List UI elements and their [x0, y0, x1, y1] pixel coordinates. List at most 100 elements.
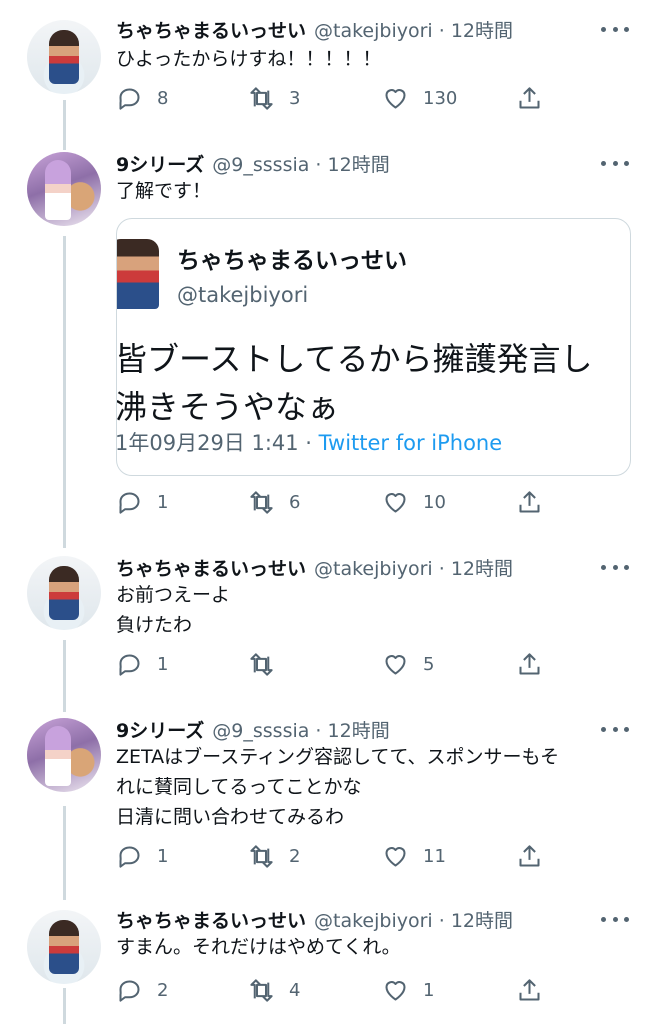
handle[interactable]: @takejbiyori · 12時間: [314, 558, 513, 580]
quoted-tweet[interactable]: ちゃちゃまるいっせい @takejbiyori 皆ブーストしてるから擁護発言し …: [116, 218, 631, 476]
retweet-count: 2: [289, 845, 301, 867]
reply-icon: [119, 87, 140, 110]
share-button[interactable]: [516, 974, 543, 1006]
reply-icon: [119, 979, 140, 1002]
heart-icon: [385, 980, 406, 1001]
thread-line: [63, 100, 66, 150]
like-button[interactable]: 11: [382, 840, 446, 872]
share-button[interactable]: [516, 82, 543, 114]
like-count: 1: [423, 979, 435, 1001]
tweet-actions: 1 6 10: [116, 486, 556, 518]
display-name[interactable]: 9シリーズ: [116, 154, 204, 176]
like-button[interactable]: 1: [382, 974, 434, 1006]
quoted-source: Twitter for iPhone: [318, 431, 503, 455]
retweet-count: 3: [289, 87, 301, 109]
avatar[interactable]: [27, 20, 101, 94]
tweet-text: ZETAはブースティング容認してて、スポンサーもそ れに賛同してるってことかな …: [116, 746, 560, 828]
retweet-count: 6: [289, 491, 301, 513]
handle[interactable]: @9_ssssia · 12時間: [212, 720, 389, 742]
display-name[interactable]: ちゃちゃまるいっせい: [116, 910, 306, 932]
tweet-header: ちゃちゃまるいっせい @takejbiyori · 12時間: [116, 554, 513, 581]
like-count: 10: [423, 491, 446, 513]
tweet-header: 9シリーズ @9_ssssia · 12時間: [116, 716, 390, 743]
retweet-button[interactable]: 2: [248, 840, 300, 872]
reply-icon: [119, 845, 140, 868]
retweet-icon: [250, 652, 273, 676]
heart-icon: [385, 846, 406, 867]
reply-icon: [119, 653, 140, 676]
tweet-header: 9シリーズ @9_ssssia · 12時間: [116, 150, 390, 177]
quoted-text: 皆ブーストしてるから擁護発言し 沸きそうやなぁ: [116, 340, 593, 426]
retweet-icon: [250, 86, 273, 110]
retweet-icon: [250, 978, 273, 1002]
tweet-actions: 1 2 11: [116, 840, 556, 872]
display-name[interactable]: ちゃちゃまるいっせい: [116, 558, 306, 580]
thread-line: [63, 806, 66, 900]
tweet-actions: 1 5: [116, 648, 556, 680]
thread-line: [63, 236, 66, 548]
quoted-display-name: ちゃちゃまるいっせい: [177, 248, 407, 274]
handle[interactable]: @takejbiyori · 12時間: [314, 20, 513, 42]
more-options-icon[interactable]: [601, 161, 629, 166]
share-icon: [519, 978, 540, 1001]
like-button[interactable]: 10: [382, 486, 446, 518]
share-icon: [519, 844, 540, 867]
share-button[interactable]: [516, 648, 543, 680]
reply-button[interactable]: 1: [116, 840, 168, 872]
reply-button[interactable]: 1: [116, 486, 168, 518]
tweet-header: ちゃちゃまるいっせい @takejbiyori · 12時間: [116, 16, 513, 43]
heart-icon: [385, 654, 406, 675]
reply-count: 1: [157, 845, 169, 867]
reply-count: 1: [157, 653, 169, 675]
avatar[interactable]: [27, 910, 101, 984]
display-name[interactable]: ちゃちゃまるいっせい: [116, 20, 306, 42]
share-button[interactable]: [516, 486, 543, 518]
like-count: 130: [423, 87, 458, 109]
handle[interactable]: @takejbiyori · 12時間: [314, 910, 513, 932]
more-options-icon[interactable]: [601, 27, 629, 32]
reply-count: 8: [157, 87, 169, 109]
reply-button[interactable]: 2: [116, 974, 168, 1006]
share-button[interactable]: [516, 840, 543, 872]
share-icon: [519, 490, 540, 513]
retweet-icon: [250, 844, 273, 868]
tweet-header: ちゃちゃまるいっせい @takejbiyori · 12時間: [116, 906, 513, 933]
quoted-handle: @takejbiyori: [177, 283, 309, 307]
quoted-avatar: [117, 239, 159, 309]
like-count: 5: [423, 653, 435, 675]
like-count: 11: [423, 845, 446, 867]
more-options-icon[interactable]: [601, 727, 629, 732]
reply-icon: [119, 491, 140, 514]
tweet-text: お前つえーよ 負けたわ: [116, 584, 231, 636]
heart-icon: [385, 492, 406, 513]
handle[interactable]: @9_ssssia · 12時間: [212, 154, 389, 176]
reply-button[interactable]: 1: [116, 648, 168, 680]
thread-line: [63, 640, 66, 712]
avatar[interactable]: [27, 152, 101, 226]
tweet-text: 了解です！: [116, 180, 212, 202]
reply-count: 1: [157, 491, 169, 513]
share-icon: [519, 652, 540, 675]
reply-button[interactable]: 8: [116, 82, 168, 114]
retweet-button[interactable]: 3: [248, 82, 300, 114]
more-options-icon[interactable]: [601, 917, 629, 922]
thread-line: [63, 988, 66, 1024]
retweet-icon: [250, 490, 273, 514]
tweet-text: すまん。それだけはやめてくれ。: [116, 936, 401, 958]
like-button[interactable]: 130: [382, 82, 457, 114]
avatar[interactable]: [27, 718, 101, 792]
heart-icon: [385, 88, 406, 109]
tweet-actions: 2 4 1: [116, 974, 556, 1006]
avatar[interactable]: [27, 556, 101, 630]
retweet-button[interactable]: 6: [248, 486, 300, 518]
like-button[interactable]: 5: [382, 648, 434, 680]
display-name[interactable]: 9シリーズ: [116, 720, 204, 742]
tweet-actions: 8 3 130: [116, 82, 556, 114]
retweet-button[interactable]: 4: [248, 974, 300, 1006]
more-options-icon[interactable]: [601, 565, 629, 570]
share-icon: [519, 86, 540, 109]
retweet-count: 4: [289, 979, 301, 1001]
retweet-button[interactable]: [248, 648, 289, 680]
tweet-text: ひよったからけすね！！！！！: [116, 48, 382, 70]
reply-count: 2: [157, 979, 169, 1001]
